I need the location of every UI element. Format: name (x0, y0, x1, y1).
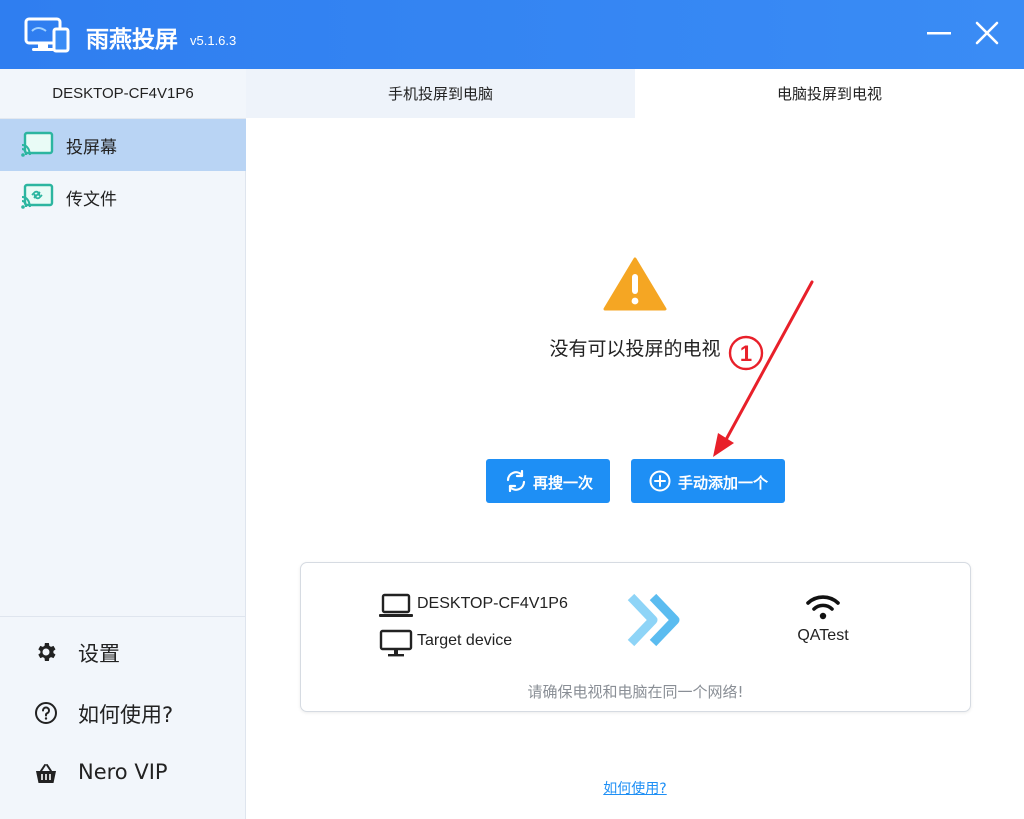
double-chevron-icon (627, 593, 680, 647)
nero-vip-label: Nero VIP (78, 760, 168, 784)
close-icon[interactable] (973, 18, 1001, 48)
sidebar-divider (0, 616, 246, 617)
how-to-use-label: 如何使用? (78, 703, 174, 727)
connection-info-card: DESKTOP-CF4V1P6 Target device QATest 请确保… (300, 562, 971, 712)
target-device-label: Target device (417, 632, 513, 649)
minimize-icon[interactable] (926, 18, 952, 48)
local-device-label: DESKTOP-CF4V1P6 (417, 595, 568, 612)
sidebar-item-label: 投屏幕 (66, 137, 117, 158)
annotation-arrow (713, 280, 814, 457)
monitor-icon (379, 629, 413, 657)
local-device-name: DESKTOP-CF4V1P6 (0, 69, 246, 119)
add-manually-button[interactable]: 手动添加一个 (631, 459, 785, 503)
app-title: 雨燕投屏 (86, 27, 178, 53)
nero-vip-button[interactable]: Nero VIP (0, 746, 246, 802)
app-logo-icon (24, 17, 70, 53)
add-manually-label: 手动添加一个 (678, 474, 769, 492)
wifi-icon (806, 595, 840, 620)
sidebar-item-label: 传文件 (66, 189, 117, 210)
laptop-icon (379, 593, 413, 617)
plus-circle-icon (649, 470, 671, 492)
sidebar-item-cast-screen[interactable]: 投屏幕 (0, 119, 246, 171)
tab-pc-to-tv[interactable]: 电脑投屏到电视 (635, 69, 1024, 118)
same-network-hint: 请确保电视和电脑在同一个网络! (527, 683, 744, 701)
how-to-use-button[interactable]: 如何使用? (0, 685, 246, 741)
how-to-use-link[interactable]: 如何使用? (560, 778, 710, 798)
gear-icon (38, 643, 56, 661)
question-icon (35, 702, 57, 724)
search-again-button[interactable]: 再搜一次 (486, 459, 610, 503)
title-bar: 雨燕投屏 v5.1.6.3 (0, 0, 1024, 69)
warning-icon (603, 257, 667, 311)
settings-label: 设置 (78, 642, 120, 666)
basket-icon (36, 764, 56, 783)
sidebar: DESKTOP-CF4V1P6 投屏幕 传文件 设置 如何使用? Nero VI… (0, 69, 246, 819)
sidebar-item-cast-file[interactable]: 传文件 (0, 171, 246, 223)
cast-file-icon (21, 183, 54, 209)
cast-screen-icon (21, 131, 54, 157)
refresh-icon (506, 470, 526, 492)
network-name: QATest (797, 627, 849, 644)
app-version: v5.1.6.3 (190, 33, 237, 48)
tab-phone-to-pc[interactable]: 手机投屏到电脑 (246, 69, 635, 118)
search-again-label: 再搜一次 (533, 474, 594, 492)
settings-button[interactable]: 设置 (0, 624, 246, 680)
